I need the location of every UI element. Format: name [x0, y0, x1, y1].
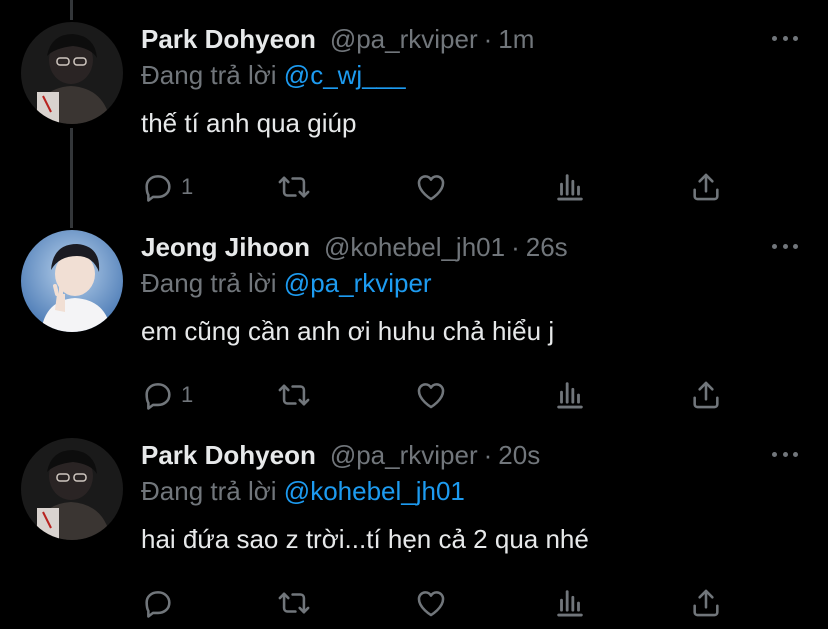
- reply-icon: [145, 591, 171, 618]
- reply-icon: [145, 383, 171, 410]
- action-bar: [0, 586, 828, 620]
- replying-to-label: Đang trả lời: [141, 476, 277, 506]
- views-button[interactable]: [553, 170, 587, 204]
- mention-link[interactable]: @c_wj___: [284, 60, 406, 90]
- more-icon[interactable]: [772, 446, 798, 462]
- user-handle[interactable]: @pa_rkviper: [330, 24, 478, 55]
- replying-to: Đang trả lời @kohebel_jh01: [141, 476, 465, 507]
- replying-to: Đang trả lời @pa_rkviper: [141, 268, 432, 299]
- like-button[interactable]: [414, 586, 448, 620]
- action-bar: 1: [0, 170, 828, 204]
- retweet-button[interactable]: [276, 378, 312, 412]
- user-handle[interactable]: @kohebel_jh01: [324, 232, 505, 263]
- display-name[interactable]: Park Dohyeon: [141, 24, 316, 55]
- avatar[interactable]: [21, 22, 123, 124]
- views-icon: [557, 382, 583, 409]
- retweet-button[interactable]: [276, 170, 312, 204]
- retweet-icon: [278, 592, 310, 614]
- reply-icon: [145, 175, 171, 202]
- tweet-header: Park Dohyeon @pa_rkviper · 1m: [141, 22, 534, 56]
- timestamp[interactable]: 20s: [498, 440, 540, 471]
- retweet-button[interactable]: [276, 586, 312, 620]
- views-icon: [557, 174, 583, 201]
- mention-link[interactable]: @pa_rkviper: [284, 268, 432, 298]
- timestamp[interactable]: 26s: [526, 232, 568, 263]
- views-button[interactable]: [553, 586, 587, 620]
- tweet-text: thế tí anh qua giúp: [141, 108, 357, 138]
- mention-link[interactable]: @kohebel_jh01: [284, 476, 465, 506]
- tweet-header: Jeong Jihoon @kohebel_jh01 · 26s: [141, 230, 568, 264]
- share-button[interactable]: [689, 170, 723, 204]
- share-icon: [693, 381, 719, 409]
- timestamp[interactable]: 1m: [498, 24, 534, 55]
- share-icon: [693, 589, 719, 617]
- heart-icon: [417, 591, 445, 617]
- display-name[interactable]: Park Dohyeon: [141, 440, 316, 471]
- retweet-icon: [278, 176, 310, 198]
- reply-button[interactable]: 1: [141, 378, 193, 412]
- avatar[interactable]: [21, 438, 123, 540]
- replying-to: Đang trả lời @c_wj___: [141, 60, 406, 91]
- share-icon: [693, 173, 719, 201]
- more-icon[interactable]: [772, 238, 798, 254]
- action-bar: 1: [0, 378, 828, 412]
- views-icon: [557, 590, 583, 617]
- share-button[interactable]: [689, 586, 723, 620]
- like-button[interactable]: [414, 170, 448, 204]
- share-button[interactable]: [689, 378, 723, 412]
- retweet-icon: [278, 384, 310, 406]
- heart-icon: [417, 383, 445, 409]
- tweet-text: em cũng cần anh ơi huhu chả hiểu j: [141, 316, 555, 346]
- separator: ·: [511, 231, 520, 262]
- reply-button[interactable]: 1: [141, 170, 193, 204]
- replying-to-label: Đang trả lời: [141, 60, 277, 90]
- reply-count: 1: [181, 382, 194, 407]
- tweet-text: hai đứa sao z trời...tí hẹn cả 2 qua nhé: [141, 524, 589, 554]
- like-button[interactable]: [414, 378, 448, 412]
- replying-to-label: Đang trả lời: [141, 268, 277, 298]
- separator: ·: [483, 439, 493, 470]
- avatar[interactable]: [21, 230, 123, 332]
- views-button[interactable]: [553, 378, 587, 412]
- separator: ·: [483, 23, 493, 54]
- reply-button[interactable]: [141, 586, 181, 620]
- tweet-header: Park Dohyeon @pa_rkviper · 20s: [141, 438, 540, 472]
- thread-line-top: [70, 0, 73, 20]
- heart-icon: [417, 175, 445, 201]
- display-name[interactable]: Jeong Jihoon: [141, 232, 310, 263]
- reply-count: 1: [181, 174, 194, 199]
- more-icon[interactable]: [772, 30, 798, 46]
- user-handle[interactable]: @pa_rkviper: [330, 440, 478, 471]
